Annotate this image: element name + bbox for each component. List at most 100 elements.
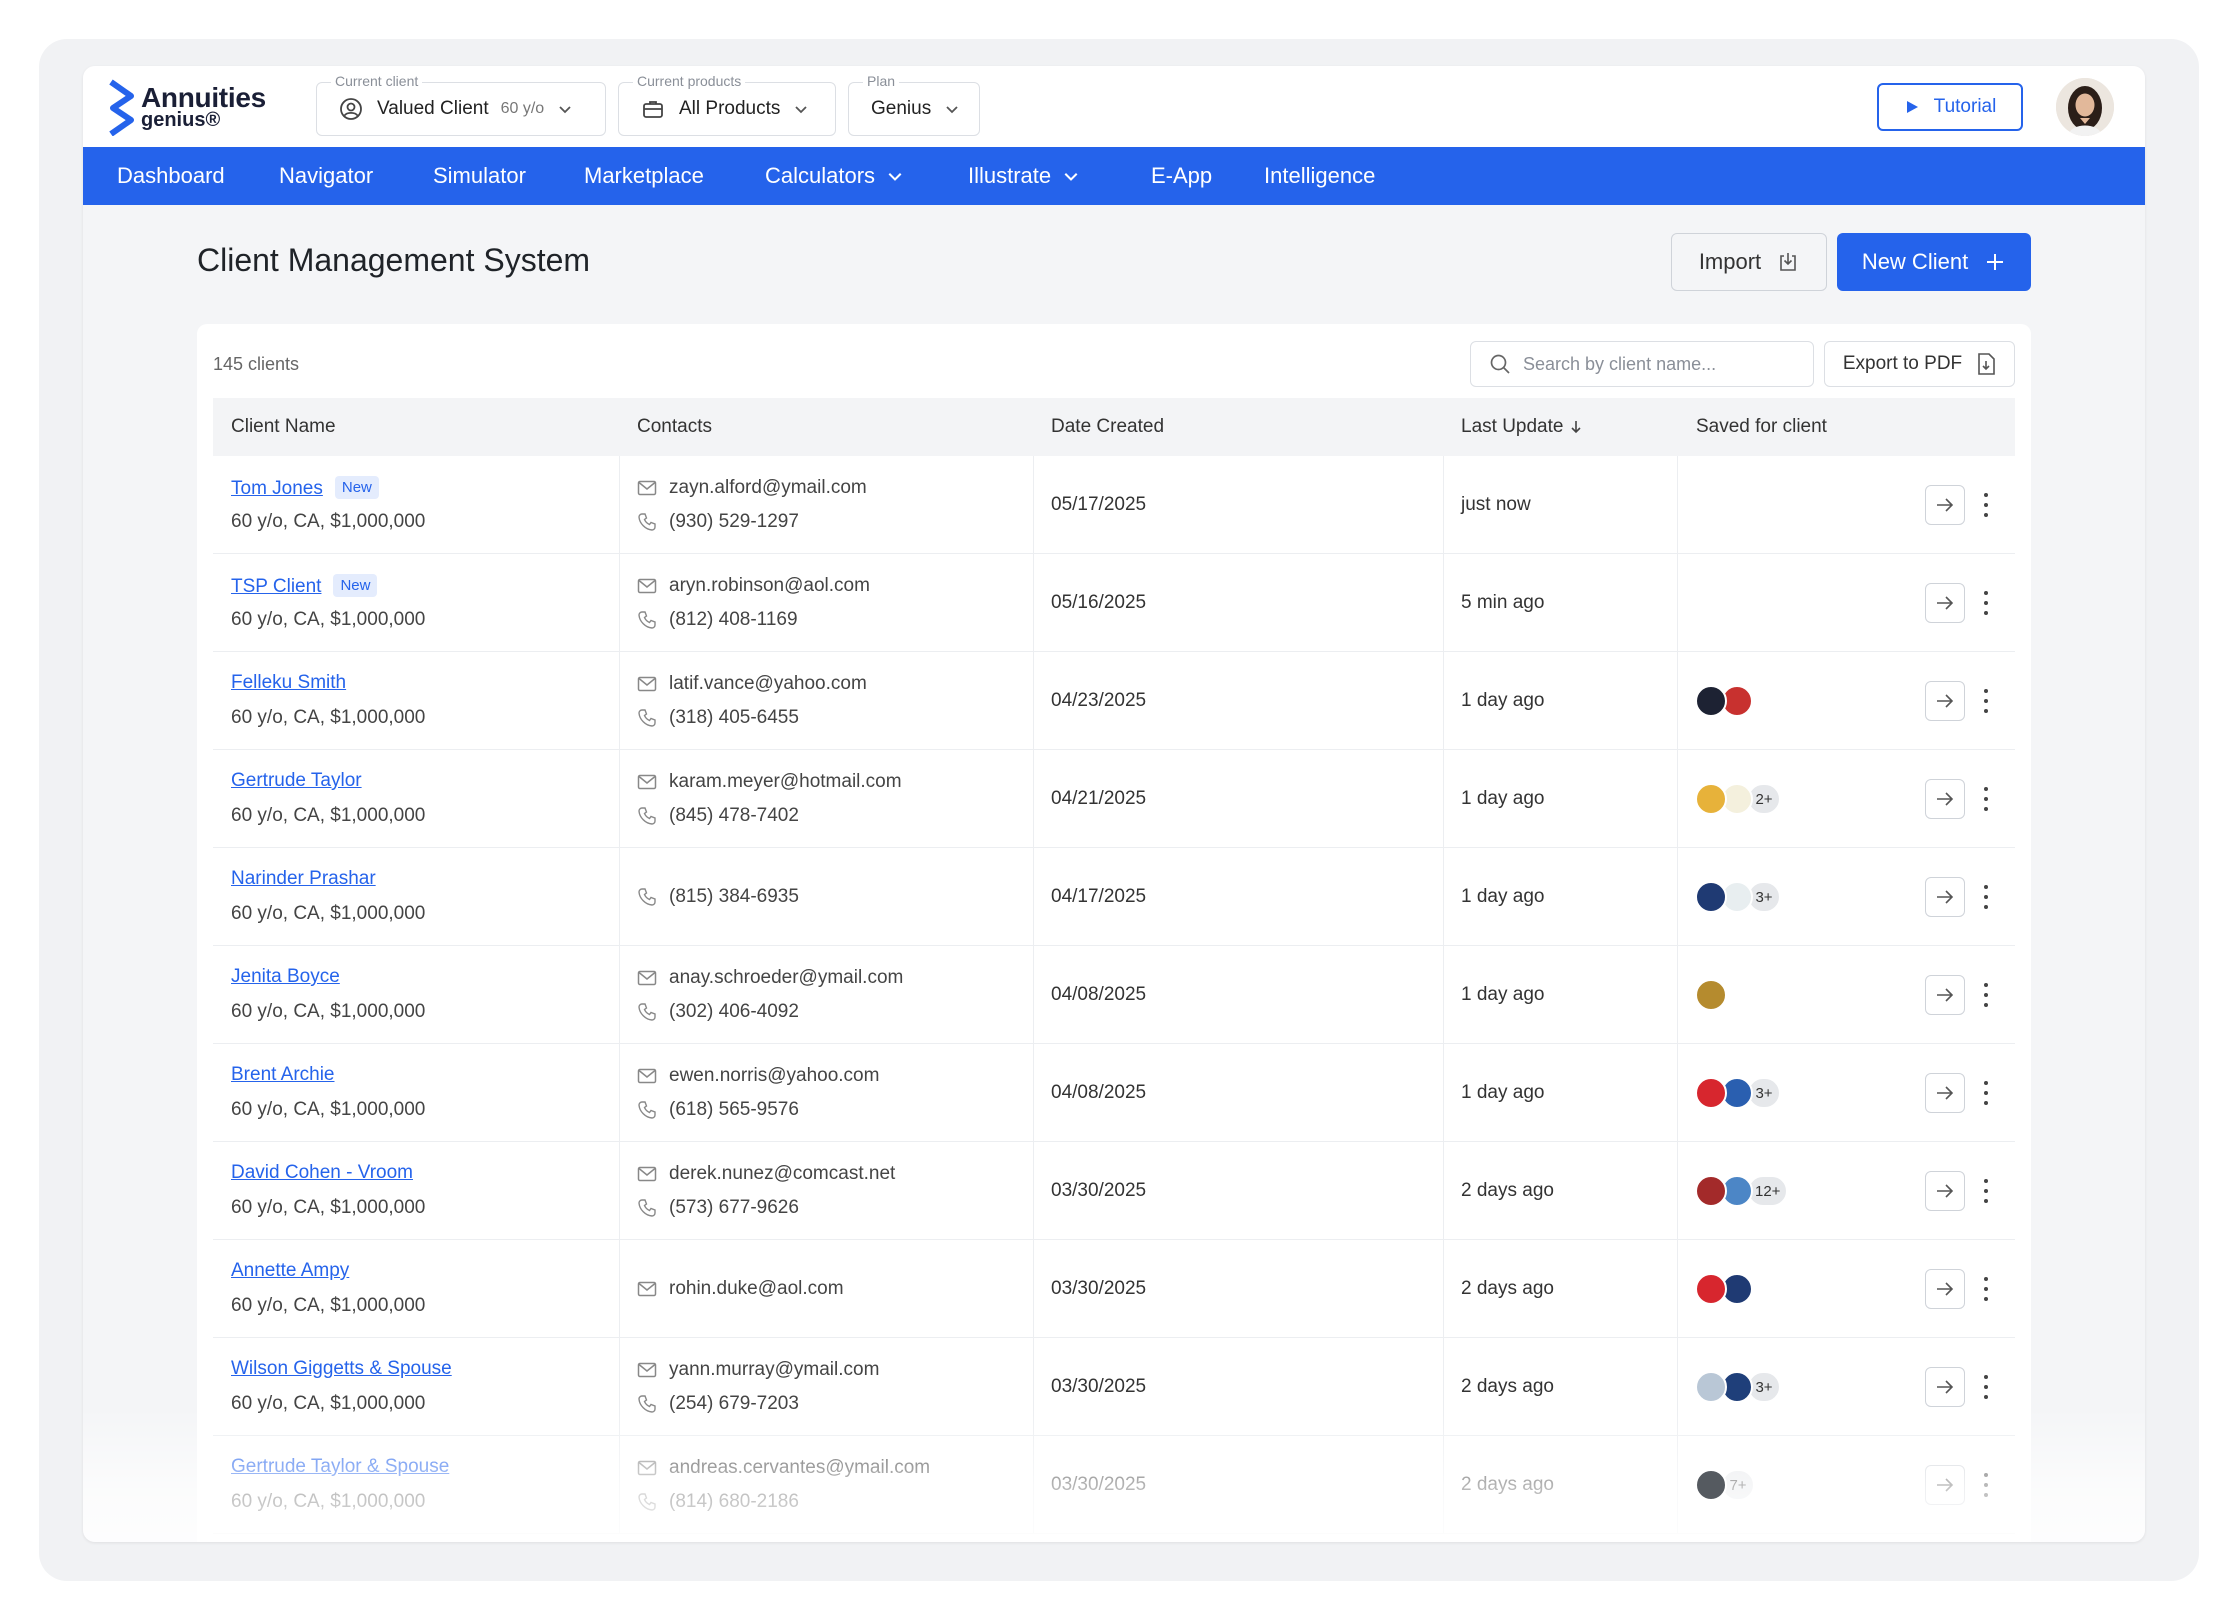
date-created: 05/16/2025 (1051, 592, 1147, 613)
phone-value: (814) 680-2186 (669, 1491, 799, 1512)
chevron-down-icon (888, 172, 902, 181)
client-name-link[interactable]: Felleku Smith (231, 672, 346, 694)
kebab-dot (1984, 1483, 1988, 1487)
contact-email: andreas.cervantes@ymail.com (637, 1457, 930, 1479)
row-menu-button[interactable] (1979, 1175, 1993, 1207)
open-client-button[interactable] (1925, 1465, 1965, 1505)
contact-phone: (254) 679-7203 (637, 1393, 799, 1415)
play-icon (1906, 101, 1918, 113)
email-value: rohin.duke@aol.com (669, 1278, 844, 1299)
row-menu-button[interactable] (1979, 685, 1993, 717)
client-name: Brent Archie (231, 1064, 335, 1085)
arrow-right-icon (1937, 1184, 1954, 1198)
row-menu-button[interactable] (1979, 1469, 1993, 1501)
brand-name: Annuities (141, 82, 266, 113)
email-value: anay.schroeder@ymail.com (669, 967, 904, 988)
current-products-select[interactable]: Current products All Products (618, 73, 836, 136)
search-input[interactable]: Search by client name... (1470, 341, 1814, 387)
row-menu-button[interactable] (1979, 881, 1993, 913)
new-client-button[interactable]: New Client (1837, 233, 2031, 291)
saved-products-logos[interactable] (1695, 685, 1753, 717)
client-name-link[interactable]: Narinder Prashar (231, 868, 376, 890)
saved-products-logos[interactable]: 3+ (1695, 881, 1781, 913)
row-menu-button[interactable] (1979, 1273, 1993, 1305)
new-client-label: New Client (1861, 249, 1969, 274)
open-client-button[interactable] (1925, 1367, 1965, 1407)
kebab-dot (1984, 601, 1988, 605)
client-name-link[interactable]: Brent Archie (231, 1064, 335, 1086)
kebab-dot (1984, 1091, 1988, 1095)
saved-products-logos[interactable] (1695, 1273, 1753, 1305)
tutorial-button[interactable]: Tutorial (1877, 83, 2023, 131)
row-menu-button[interactable] (1979, 1371, 1993, 1403)
client-name-link[interactable]: Wilson Giggetts & Spouse (231, 1358, 452, 1380)
export-pdf-button[interactable]: Export to PDF (1824, 341, 2015, 387)
saved-products-logos[interactable]: 3+ (1695, 1077, 1781, 1109)
mail-icon (637, 970, 657, 986)
last-update: 5 min ago (1461, 592, 1545, 613)
row-menu-button[interactable] (1979, 783, 1993, 815)
user-avatar[interactable] (2056, 78, 2114, 136)
row-menu-button[interactable] (1979, 587, 1993, 619)
client-rows: Tom Jones New 60 y/o, CA, $1,000,000 zayn… (213, 456, 2015, 1534)
date-created: 03/30/2025 (1051, 1376, 1147, 1397)
table-row: Annette Ampy 60 y/o, CA, $1,000,000 rohi… (213, 1240, 2015, 1338)
open-client-button[interactable] (1925, 779, 1965, 819)
row-menu-button[interactable] (1979, 489, 1993, 521)
row-menu-button[interactable] (1979, 979, 1993, 1011)
plan-select[interactable]: Plan Genius (848, 73, 980, 136)
client-name-link[interactable]: David Cohen - Vroom (231, 1162, 413, 1184)
phone-icon (638, 807, 656, 825)
client-name-link[interactable]: Jenita Boyce (231, 966, 340, 988)
client-name-link[interactable]: Gertrude Taylor & Spouse (231, 1456, 449, 1478)
open-client-button[interactable] (1925, 975, 1965, 1015)
logo-mark-icon (109, 79, 134, 136)
client-name-link[interactable]: Annette Ampy (231, 1260, 349, 1282)
import-button[interactable]: Import (1671, 233, 1827, 291)
header-client-name[interactable]: Client Name (231, 398, 336, 456)
header-saved-for-client[interactable]: Saved for client (1696, 398, 1827, 456)
chevron-down-icon (559, 106, 571, 114)
open-client-button[interactable] (1925, 1269, 1965, 1309)
client-name-link[interactable]: Gertrude Taylor (231, 770, 362, 792)
kebab-dot (1984, 1199, 1988, 1203)
header-date-created[interactable]: Date Created (1051, 398, 1164, 456)
phone-icon (638, 1199, 656, 1217)
open-client-button[interactable] (1925, 583, 1965, 623)
header-last-update[interactable]: Last Update (1461, 398, 1583, 456)
phone-value: (845) 478-7402 (669, 805, 799, 826)
kebab-dot (1984, 1101, 1988, 1105)
open-client-button[interactable] (1925, 1171, 1965, 1211)
client-name-link[interactable]: TSP Client New (231, 574, 378, 598)
nav-simulator[interactable]: Simulator (433, 147, 526, 205)
client-meta: 60 y/o, CA, $1,000,000 (231, 1295, 426, 1316)
nav-marketplace[interactable]: Marketplace (584, 147, 704, 205)
page-title: Client Management System (197, 242, 591, 278)
carrier-logo-icon (1695, 979, 1727, 1011)
saved-products-logos[interactable]: 7+ (1695, 1469, 1755, 1501)
saved-products-logos[interactable] (1695, 979, 1727, 1011)
row-menu-button[interactable] (1979, 1077, 1993, 1109)
header-contacts[interactable]: Contacts (637, 398, 712, 456)
table-row: Felleku Smith 60 y/o, CA, $1,000,000 lat… (213, 652, 2015, 750)
carrier-logo-icon (1695, 1175, 1727, 1207)
nav-navigator[interactable]: Navigator (279, 147, 373, 205)
open-client-button[interactable] (1925, 1073, 1965, 1113)
client-name-link[interactable]: Tom Jones New (231, 476, 379, 500)
open-client-button[interactable] (1925, 681, 1965, 721)
nav-calculators[interactable]: Calculators (765, 147, 903, 205)
brand-logo[interactable]: Annuities genius® (105, 78, 266, 136)
saved-products-logos[interactable]: 12+ (1695, 1175, 1789, 1207)
saved-products-logos[interactable]: 3+ (1695, 1371, 1781, 1403)
nav-e-app[interactable]: E-App (1151, 147, 1212, 205)
phone-icon (638, 1493, 656, 1511)
carrier-logo-icon (1695, 1371, 1727, 1403)
open-client-button[interactable] (1925, 877, 1965, 917)
current-client-select[interactable]: Current client Valued Client 60 y/o (316, 73, 606, 136)
saved-products-logos[interactable]: 2+ (1695, 783, 1781, 815)
nav-dashboard[interactable]: Dashboard (117, 147, 225, 205)
nav-intelligence[interactable]: Intelligence (1264, 147, 1375, 205)
nav-illustrate[interactable]: Illustrate (968, 147, 1079, 205)
client-name: Jenita Boyce (231, 966, 340, 987)
open-client-button[interactable] (1925, 485, 1965, 525)
